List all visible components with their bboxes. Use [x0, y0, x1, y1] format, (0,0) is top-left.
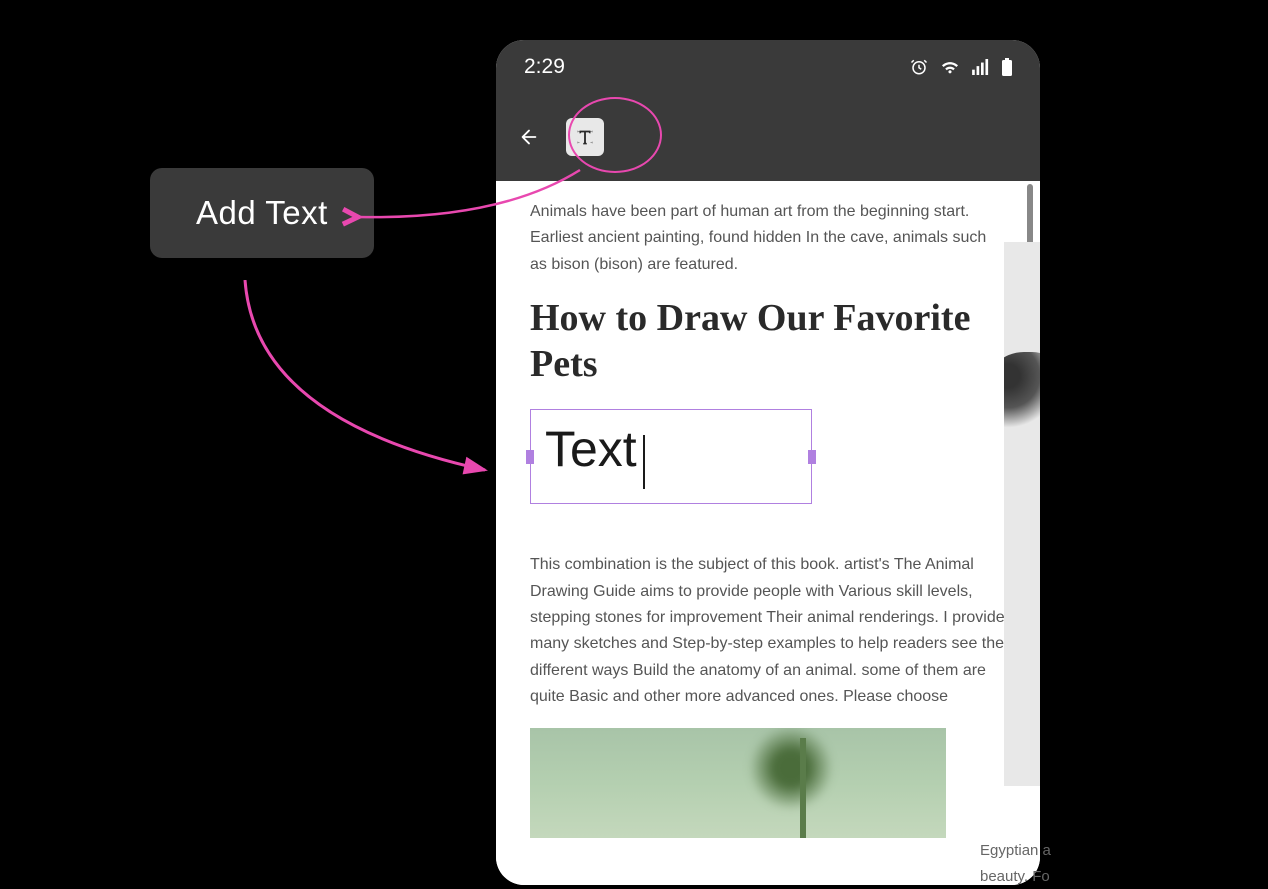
- status-icons: [910, 58, 1012, 76]
- add-text-button[interactable]: [566, 118, 604, 156]
- text-box-value[interactable]: Text: [545, 420, 637, 478]
- side-text-line-2: beauty. Fo: [980, 864, 1051, 889]
- text-box-selected[interactable]: Text: [530, 409, 812, 504]
- battery-icon: [1002, 58, 1012, 76]
- resize-handle-right[interactable]: [808, 450, 816, 464]
- paragraph-2: This combination is the subject of this …: [530, 552, 1006, 710]
- status-time: 2:29: [524, 55, 565, 79]
- add-text-tooltip: Add Text: [150, 168, 374, 258]
- signal-icon: [972, 59, 990, 75]
- content-image: [530, 728, 946, 838]
- paragraph-1: Animals have been part of human art from…: [530, 199, 1006, 278]
- text-tool-icon: [574, 126, 596, 148]
- wifi-icon: [940, 59, 960, 75]
- text-cursor: [643, 435, 645, 489]
- status-bar: 2:29: [496, 40, 1040, 93]
- arrow-left-icon: [518, 126, 540, 148]
- side-page-text: Egyptian a beauty. Fo: [980, 838, 1051, 889]
- annotation-arrow-2: [235, 280, 505, 490]
- phone-frame: 2:29: [496, 40, 1040, 885]
- document-heading: How to Draw Our Favorite Pets: [530, 296, 1006, 387]
- side-text-line-1: Egyptian a: [980, 838, 1051, 864]
- tooltip-label: Add Text: [196, 194, 328, 231]
- peek-image: [1004, 352, 1040, 432]
- back-button[interactable]: [510, 118, 548, 156]
- alarm-icon: [910, 58, 928, 76]
- document-content[interactable]: Animals have been part of human art from…: [496, 181, 1040, 885]
- next-page-peek[interactable]: [1004, 242, 1040, 786]
- app-bar: [496, 93, 1040, 181]
- resize-handle-left[interactable]: [526, 450, 534, 464]
